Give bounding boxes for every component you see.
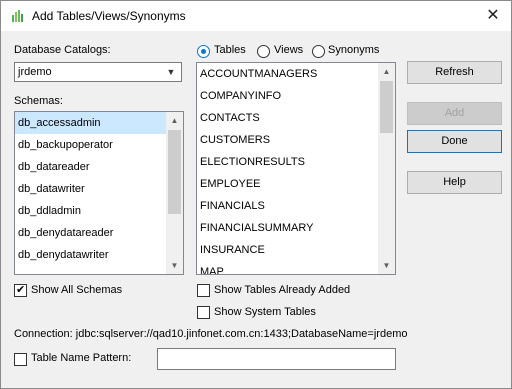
help-button[interactable]: Help — [407, 171, 502, 194]
list-item[interactable]: COMPANYINFO — [197, 85, 395, 107]
close-icon[interactable]: ✕ — [475, 1, 511, 31]
radio-synonyms-label[interactable]: Synonyms — [328, 44, 379, 56]
radio-views[interactable] — [257, 45, 270, 58]
show-system-tables-label[interactable]: Show System Tables — [214, 306, 316, 318]
show-all-schemas-checkbox[interactable]: ✔ — [14, 284, 27, 297]
check-icon: ✔ — [16, 284, 26, 296]
schemas-label: Schemas: — [14, 95, 63, 107]
schemas-scroll-thumb[interactable] — [168, 130, 181, 214]
schemas-list[interactable]: db_accessadmin db_backupoperator db_datare… — [14, 111, 184, 275]
list-item[interactable]: db_ddladmin — [15, 200, 183, 222]
window-title: Add Tables/Views/Synonyms — [32, 9, 186, 23]
title-bar: Add Tables/Views/Synonyms ✕ — [1, 1, 511, 31]
list-item[interactable]: db_denydatareader — [15, 222, 183, 244]
list-item[interactable]: CUSTOMERS — [197, 129, 395, 151]
tables-items: ACCOUNTMANAGERS COMPANYINFO CONTACTS CUSTOM… — [197, 63, 395, 274]
refresh-button[interactable]: Refresh — [407, 61, 502, 84]
list-item[interactable]: INSURANCE — [197, 239, 395, 261]
app-icon — [12, 10, 23, 22]
table-name-pattern-input[interactable] — [157, 348, 396, 370]
tables-list[interactable]: ACCOUNTMANAGERS COMPANYINFO CONTACTS CUSTOM… — [196, 62, 396, 275]
list-item[interactable]: db_accessadmin — [15, 112, 183, 134]
show-tables-added-checkbox[interactable] — [197, 284, 210, 297]
radio-tables-label[interactable]: Tables — [214, 44, 246, 56]
catalog-value: jrdemo — [18, 66, 52, 78]
list-item[interactable]: EMPLOYEE — [197, 173, 395, 195]
list-item[interactable]: FINANCIALS — [197, 195, 395, 217]
list-item[interactable]: ELECTIONRESULTS — [197, 151, 395, 173]
list-item[interactable]: db_datawriter — [15, 178, 183, 200]
add-tables-dialog: Add Tables/Views/Synonyms ✕ Database Cat… — [0, 0, 512, 389]
connection-text: Connection: jdbc:sqlserver://qad10.jinfo… — [14, 328, 408, 340]
scroll-down-icon[interactable]: ▼ — [378, 257, 395, 274]
catalog-dropdown[interactable]: jrdemo ▼ — [14, 62, 182, 82]
scroll-up-icon[interactable]: ▲ — [378, 63, 395, 80]
table-name-pattern-label[interactable]: Table Name Pattern: — [31, 352, 131, 364]
add-button[interactable]: Add — [407, 102, 502, 125]
list-item[interactable]: db_datareader — [15, 156, 183, 178]
list-item[interactable]: MAP — [197, 261, 395, 274]
schemas-scrollbar[interactable]: ▲ ▼ — [166, 112, 183, 274]
list-item[interactable]: FINANCIALSUMMARY — [197, 217, 395, 239]
schemas-items: db_accessadmin db_backupoperator db_datare… — [15, 112, 183, 274]
show-all-schemas-label[interactable]: Show All Schemas — [31, 284, 122, 296]
list-item[interactable]: ... — [15, 266, 183, 274]
tables-scroll-thumb[interactable] — [380, 81, 393, 133]
list-item[interactable]: ACCOUNTMANAGERS — [197, 63, 395, 85]
list-item[interactable]: db_denydatawriter — [15, 244, 183, 266]
done-button[interactable]: Done — [407, 130, 502, 153]
list-item[interactable]: CONTACTS — [197, 107, 395, 129]
table-name-pattern-checkbox[interactable] — [14, 353, 27, 366]
chevron-down-icon[interactable]: ▼ — [161, 63, 181, 81]
scroll-up-icon[interactable]: ▲ — [166, 112, 183, 129]
list-item[interactable]: db_backupoperator — [15, 134, 183, 156]
show-tables-added-label[interactable]: Show Tables Already Added — [214, 284, 350, 296]
tables-scrollbar[interactable]: ▲ ▼ — [378, 63, 395, 274]
show-system-tables-checkbox[interactable] — [197, 306, 210, 319]
catalog-label: Database Catalogs: — [14, 44, 111, 56]
radio-synonyms[interactable] — [312, 45, 325, 58]
radio-tables[interactable] — [197, 45, 210, 58]
scroll-down-icon[interactable]: ▼ — [166, 257, 183, 274]
radio-views-label[interactable]: Views — [274, 44, 303, 56]
radio-dot — [201, 49, 206, 54]
